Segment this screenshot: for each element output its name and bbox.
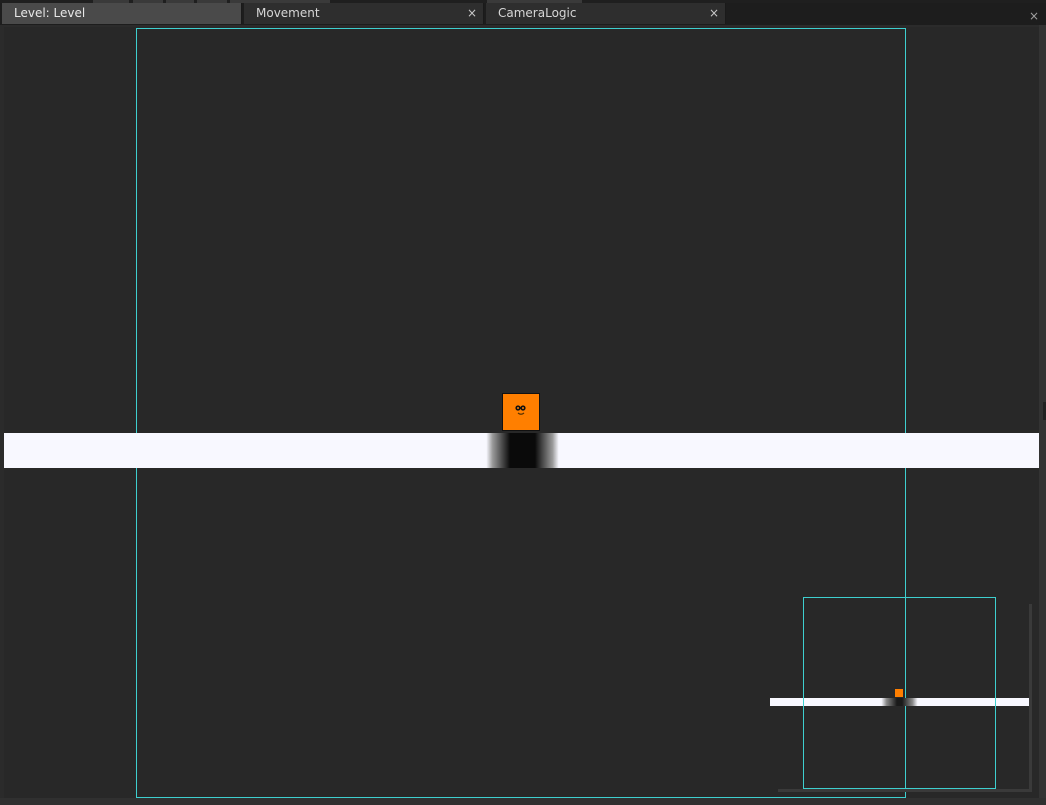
minimap-vertical-scrollbar[interactable]	[1029, 604, 1032, 792]
tab-label: Movement	[256, 6, 320, 20]
close-icon[interactable]: ×	[1028, 6, 1040, 27]
close-icon[interactable]: ×	[466, 3, 478, 24]
tab-label: CameraLogic	[498, 6, 577, 20]
close-icon[interactable]: ×	[708, 3, 720, 24]
tab-label: Level: Level	[14, 6, 86, 20]
floor-platform[interactable]	[4, 433, 1039, 468]
player-sprite[interactable]	[502, 393, 540, 431]
minimap-horizontal-scrollbar[interactable]	[778, 789, 1032, 792]
editor-tab-bar: Level: Level Movement × CameraLogic × ×	[0, 3, 1046, 25]
minimap-preview[interactable]	[770, 597, 1030, 795]
viewport-bottom-edge	[0, 798, 1046, 805]
minimap-camera-frame	[803, 597, 996, 789]
player-face-icon	[515, 405, 526, 415]
tab-cameralogic[interactable]: CameraLogic ×	[486, 3, 726, 24]
viewport-right-edge	[1039, 25, 1046, 805]
tab-movement[interactable]: Movement ×	[244, 3, 484, 24]
tab-level[interactable]: Level: Level	[2, 3, 242, 24]
